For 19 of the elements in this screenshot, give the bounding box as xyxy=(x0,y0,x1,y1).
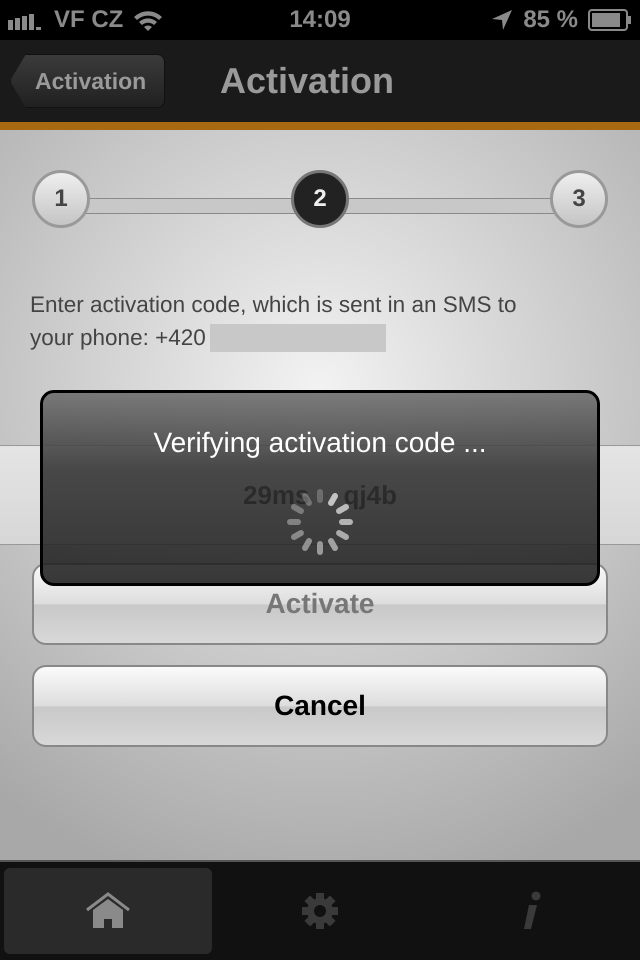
instruction-text: Enter activation code, which is sent in an SMS to xyxy=(30,291,516,319)
step-indicator: 2 xyxy=(291,170,349,228)
wifi-icon xyxy=(133,9,164,31)
step-indicator: 3 xyxy=(550,170,608,228)
hud-message: Verifying activation code ... xyxy=(153,427,487,459)
carrier-name: VF CZ xyxy=(54,6,124,34)
battery-percent: 85 % xyxy=(523,6,578,34)
step-indicator: 1 xyxy=(32,170,90,228)
location-arrow-icon xyxy=(491,9,514,31)
clock-time: 14:09 xyxy=(289,6,351,33)
screen-title: Activation xyxy=(220,60,394,102)
cancel-button[interactable]: Cancel xyxy=(32,665,608,747)
info-icon xyxy=(522,891,542,931)
back-button[interactable]: Activation xyxy=(10,54,166,108)
tab-bar-item[interactable] xyxy=(4,868,212,954)
battery-icon xyxy=(588,9,632,31)
instruction-text: your phone: +420 xyxy=(30,324,206,352)
home-icon xyxy=(85,892,131,930)
settings-icon xyxy=(301,892,339,930)
